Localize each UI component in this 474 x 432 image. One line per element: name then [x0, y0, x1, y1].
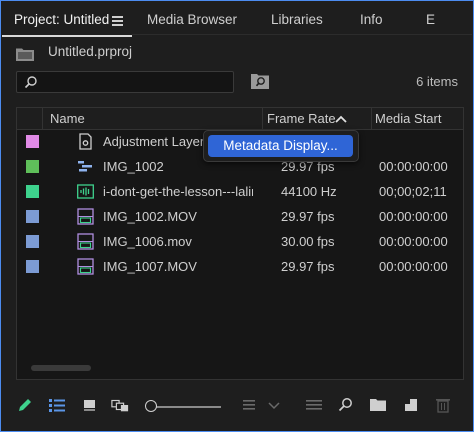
audio-clip-icon — [77, 184, 94, 199]
panel-menu-icon[interactable] — [112, 16, 123, 26]
item-name: IMG_1002.MOV — [103, 209, 197, 224]
active-tab-indicator — [2, 35, 132, 37]
tab-libraries[interactable]: Libraries — [271, 12, 323, 27]
zoom-slider-handle[interactable] — [145, 400, 157, 412]
item-media-start: 00;00;02;11 — [379, 184, 447, 199]
item-media-start: 00:00:00:00 — [379, 209, 448, 224]
bottom-toolbar — [1, 391, 474, 421]
column-header-name[interactable]: Name — [50, 111, 85, 126]
freeform-view-icon[interactable] — [111, 397, 129, 413]
item-name: IMG_1007.MOV — [103, 259, 197, 274]
sequence-icon — [78, 161, 92, 172]
context-menu: Metadata Display... — [203, 130, 359, 162]
item-frame-rate: 29.97 fps — [281, 209, 335, 224]
item-media-start: 00:00:00:00 — [379, 159, 448, 174]
item-name: i-dont-get-the-lesson---lalin — [103, 184, 253, 199]
item-name: IMG_1006.mov — [103, 234, 192, 249]
table-header: Name Frame Rate Media Start — [17, 108, 463, 130]
tab-info[interactable]: Info — [360, 12, 383, 27]
label-color-swatch[interactable] — [26, 135, 39, 148]
item-frame-rate: 44100 Hz — [281, 184, 337, 199]
search-icon — [24, 76, 37, 89]
column-header-media-start[interactable]: Media Start — [375, 111, 441, 126]
table-row[interactable]: IMG_1002.MOV 29.97 fps 00:00:00:00 — [17, 204, 463, 229]
project-panel: Project: Untitled Media Browser Librarie… — [0, 0, 474, 432]
video-clip-icon — [77, 258, 94, 275]
project-folder-icon — [16, 48, 34, 61]
new-bin-icon[interactable] — [369, 397, 387, 413]
label-color-swatch[interactable] — [26, 160, 39, 173]
metadata-display-menu-item[interactable]: Metadata Display... — [208, 135, 353, 157]
item-media-start: 00:00:00:00 — [379, 234, 448, 249]
automate-to-sequence-icon[interactable] — [305, 397, 323, 413]
pencil-icon[interactable] — [17, 397, 35, 413]
tab-divider — [132, 34, 472, 35]
tab-effects[interactable]: E — [426, 12, 435, 27]
search-input[interactable] — [16, 71, 234, 93]
zoom-slider[interactable] — [153, 406, 221, 408]
item-media-start: 00:00:00:00 — [379, 259, 448, 274]
items-count: 6 items — [416, 74, 458, 89]
panel-tab-bar: Project: Untitled Media Browser Librarie… — [2, 2, 472, 37]
tab-media-browser[interactable]: Media Browser — [147, 12, 237, 27]
find-in-bin-icon[interactable] — [251, 73, 269, 89]
clear-trash-icon[interactable] — [434, 397, 452, 413]
item-frame-rate: 30.00 fps — [281, 234, 335, 249]
label-color-swatch[interactable] — [26, 185, 39, 198]
horizontal-scrollbar[interactable] — [31, 365, 91, 371]
video-clip-icon — [77, 233, 94, 250]
tab-project[interactable]: Project: Untitled — [14, 12, 109, 27]
table-row[interactable]: i-dont-get-the-lesson---lalin 44100 Hz 0… — [17, 179, 463, 204]
chevron-down-icon[interactable] — [265, 397, 283, 413]
sort-icons-icon[interactable] — [241, 397, 259, 413]
column-header-frame-rate[interactable]: Frame Rate — [267, 111, 336, 126]
sort-ascending-icon[interactable] — [335, 115, 347, 123]
find-icon[interactable] — [337, 397, 355, 413]
table-row[interactable]: IMG_1006.mov 30.00 fps 00:00:00:00 — [17, 229, 463, 254]
table-row[interactable]: IMG_1007.MOV 29.97 fps 00:00:00:00 — [17, 254, 463, 279]
list-view-icon[interactable] — [48, 397, 66, 413]
video-clip-icon — [77, 208, 94, 225]
label-color-swatch[interactable] — [26, 235, 39, 248]
adjustment-layer-icon — [79, 133, 92, 150]
new-item-icon[interactable] — [402, 397, 420, 413]
label-color-swatch[interactable] — [26, 260, 39, 273]
project-file-name: Untitled.prproj — [48, 44, 133, 59]
item-frame-rate: 29.97 fps — [281, 259, 335, 274]
icon-view-icon[interactable] — [81, 397, 99, 413]
label-color-swatch[interactable] — [26, 210, 39, 223]
